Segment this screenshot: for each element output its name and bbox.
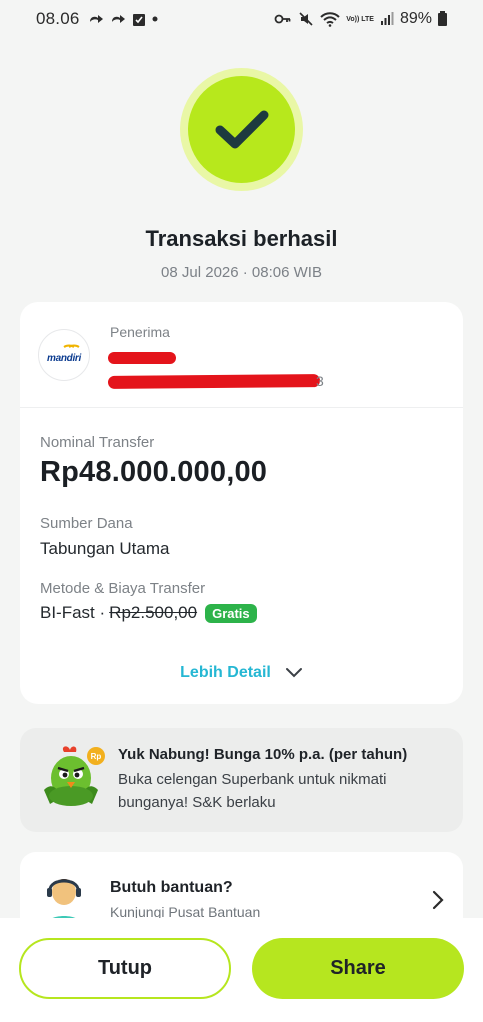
redacted-recipient-name bbox=[108, 352, 176, 364]
share-button[interactable]: Share bbox=[252, 938, 464, 999]
signal-icon: Vo)) LTE bbox=[346, 16, 374, 23]
battery-icon bbox=[438, 10, 447, 26]
status-left-icons bbox=[88, 12, 160, 27]
page-title: Transaksi berhasil bbox=[145, 226, 338, 251]
amount-label: Nominal Transfer bbox=[40, 434, 155, 451]
checkmark-icon bbox=[215, 110, 268, 148]
call-forward-icon bbox=[88, 12, 106, 26]
account-number-tail: 3 bbox=[316, 373, 324, 389]
transaction-datetime: 08 Jul 2026 · 08:06 WIB bbox=[161, 264, 322, 281]
fee-badge: Gratis bbox=[205, 603, 257, 623]
mascot-bird-icon: Rp bbox=[44, 746, 105, 806]
transfer-fee: Rp2.500,00 bbox=[109, 603, 198, 622]
task-check-icon bbox=[132, 12, 146, 27]
chevron-right-icon[interactable] bbox=[431, 890, 445, 910]
key-icon bbox=[274, 13, 292, 25]
status-bar: 08.06 Vo)) LTE 89% bbox=[0, 0, 483, 38]
source-value: Tabungan Utama bbox=[40, 539, 170, 558]
source-label: Sumber Dana bbox=[40, 515, 133, 532]
call-forward-icon bbox=[110, 12, 128, 26]
method-row: BI-Fast · Rp2.500,00 Gratis bbox=[40, 603, 257, 623]
savings-promo-banner[interactable]: Rp Yuk Nabung! Bunga 10% p.a. (per tahun… bbox=[20, 728, 463, 832]
bank-logo: mandiri bbox=[38, 329, 90, 381]
close-button[interactable]: Tutup bbox=[19, 938, 231, 999]
signal-bars-icon bbox=[380, 12, 394, 26]
transaction-detail-card: mandiri Penerima 3 Nominal Transfer Rp48… bbox=[20, 302, 463, 704]
transaction-success-screen: 08.06 Vo)) LTE 89% Transaksi berhasil 08… bbox=[0, 0, 483, 1022]
recipient-label: Penerima bbox=[110, 324, 170, 340]
promo-title: Yuk Nabung! Bunga 10% p.a. (per tahun) bbox=[118, 746, 408, 763]
bottom-action-bar: Tutup Share bbox=[0, 918, 483, 1022]
success-badge bbox=[180, 68, 303, 191]
redacted-account-number bbox=[107, 374, 321, 389]
chevron-down-icon[interactable] bbox=[285, 667, 303, 679]
mute-icon bbox=[298, 11, 314, 27]
method-label: Metode & Biaya Transfer bbox=[40, 580, 206, 597]
status-time: 08.06 bbox=[36, 9, 80, 28]
promo-description: Buka celengan Superbank untuk nikmati bu… bbox=[118, 771, 387, 811]
transfer-amount: Rp48.000.000,00 bbox=[40, 456, 268, 488]
status-right-icons: Vo)) LTE 89% bbox=[274, 10, 447, 28]
more-detail-label[interactable]: Lebih Detail bbox=[180, 664, 271, 682]
bank-logo-mark-icon bbox=[63, 344, 80, 348]
method-value: BI-Fast · bbox=[40, 603, 106, 622]
more-detail-toggle[interactable]: Lebih Detail bbox=[20, 664, 463, 682]
help-title: Butuh bantuan? bbox=[110, 879, 233, 896]
success-badge-inner bbox=[188, 76, 295, 183]
notification-dot-icon bbox=[150, 14, 160, 24]
wifi-icon bbox=[320, 11, 340, 27]
signal-label: Vo)) LTE bbox=[346, 15, 374, 23]
battery-percent: 89% bbox=[399, 10, 432, 27]
card-divider bbox=[20, 407, 463, 408]
promo-coin-badge: Rp bbox=[91, 752, 102, 761]
